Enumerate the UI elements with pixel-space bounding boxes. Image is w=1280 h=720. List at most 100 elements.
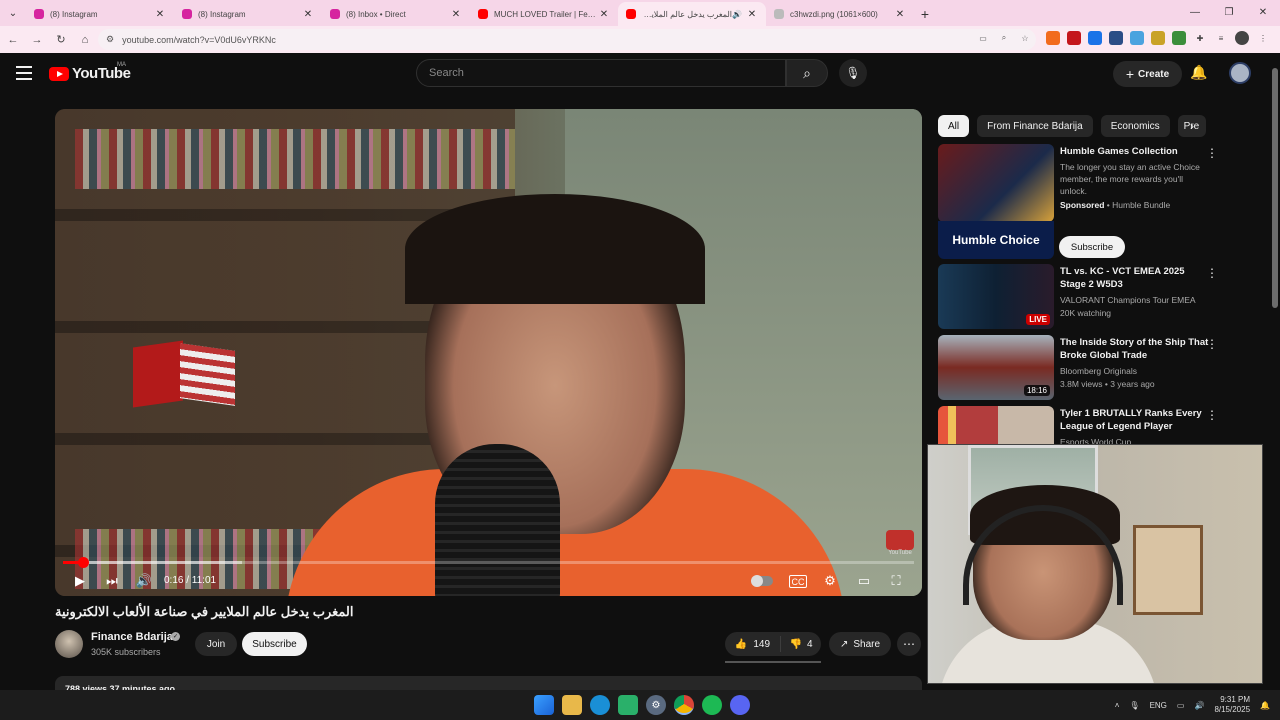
recommended-video[interactable]: Tyler 1 BRUTALLY Ranks Every League of L… (938, 406, 1223, 446)
notification-bell-icon[interactable]: 🔔 (1260, 701, 1270, 710)
extension-icon[interactable] (1067, 31, 1081, 45)
settings-gear-icon[interactable]: ⚙ (821, 571, 839, 591)
speaker-icon[interactable]: 🔊 (732, 10, 742, 19)
clock[interactable]: 9:31 PM 8/15/2025 (1214, 695, 1250, 715)
extension-icon[interactable] (1151, 31, 1165, 45)
store-app-icon[interactable] (618, 695, 638, 715)
settings-gear-icon[interactable]: ⚙ (646, 695, 666, 715)
spotify-icon[interactable] (702, 695, 722, 715)
chip-all[interactable]: All (938, 115, 970, 137)
video-thumbnail[interactable] (938, 406, 1054, 446)
speaker-icon[interactable]: 🔊 (1194, 701, 1204, 710)
address-bar[interactable]: ⚙ youtube.com/watch?v=V0dU6vYRKNc (98, 29, 1036, 50)
windows-start-icon[interactable] (534, 695, 554, 715)
kebab-menu-icon[interactable]: ⋮ (1206, 408, 1218, 422)
discord-icon[interactable] (730, 695, 750, 715)
browser-tab[interactable]: (8) Inbox • Direct ✕ (322, 2, 470, 26)
restore-icon[interactable]: ❐ (1212, 0, 1246, 24)
extension-icon[interactable] (1172, 31, 1186, 45)
channel-name[interactable]: VALORANT Champions Tour EMEA (1060, 294, 1196, 306)
media-controls-icon[interactable]: ≡ (1214, 31, 1228, 45)
chevron-up-icon[interactable]: ˄ (1115, 701, 1120, 710)
puzzle-icon[interactable]: ✚ (1193, 31, 1207, 45)
browser-tab[interactable]: (8) Instagram ✕ (174, 2, 322, 26)
hamburger-menu-icon[interactable] (16, 66, 32, 80)
bookmark-star-icon[interactable]: ☆ (1018, 31, 1032, 45)
chevron-right-icon[interactable]: › (1190, 119, 1194, 133)
minimize-icon[interactable]: — (1178, 0, 1212, 24)
browser-tab[interactable]: (8) Instagram ✕ (26, 2, 174, 26)
ad-subscribe-button[interactable]: Subscribe (1059, 236, 1125, 258)
extension-icon[interactable] (1130, 31, 1144, 45)
kebab-menu-icon[interactable]: ⋮ (1256, 31, 1270, 45)
browser-tab-active[interactable]: المغرب يدخل عالم الملايين في 🔊 ✕ (618, 2, 766, 26)
extension-icon[interactable] (1109, 31, 1123, 45)
close-icon[interactable]: ✕ (598, 9, 610, 20)
window-close-icon[interactable]: ✕ (1246, 0, 1280, 24)
ad-banner[interactable]: Humble Choice (938, 221, 1054, 259)
browser-tab[interactable]: MUCH LOVED Trailer | Festival ✕ (470, 2, 618, 26)
account-avatar[interactable] (1229, 62, 1251, 84)
close-icon[interactable]: ✕ (894, 9, 906, 20)
recommended-video[interactable]: 18:16 The Inside Story of the Ship That … (938, 335, 1223, 401)
subscribe-button[interactable]: Subscribe (242, 632, 307, 656)
tab-search-icon[interactable]: ⌄ (2, 2, 24, 24)
captions-icon[interactable]: CC (789, 575, 807, 588)
theater-mode-icon[interactable]: ▭ (855, 571, 873, 591)
progress-bar[interactable] (63, 557, 914, 568)
forward-arrow-icon[interactable]: → (26, 29, 48, 51)
reload-icon[interactable]: ↻ (50, 29, 72, 51)
channel-name[interactable]: Finance Bdarija (91, 631, 173, 643)
network-icon[interactable]: ▭ (1177, 701, 1185, 710)
search-button[interactable]: ⌕ (786, 59, 828, 87)
scrollbar-thumb[interactable] (1272, 68, 1278, 308)
more-actions-icon[interactable]: ⋯ (897, 632, 921, 656)
chrome-icon[interactable] (674, 695, 694, 715)
dislike-button[interactable]: 👎 4 (781, 639, 821, 650)
kebab-menu-icon[interactable]: ⋮ (1206, 146, 1218, 160)
site-info-icon[interactable]: ⚙ (106, 34, 114, 45)
page-scrollbar[interactable] (1270, 56, 1280, 688)
channel-avatar[interactable] (55, 630, 83, 658)
play-icon[interactable]: ▶ (71, 571, 89, 591)
extension-icon[interactable] (1088, 31, 1102, 45)
voice-search-button[interactable]: 🎙 (839, 59, 867, 87)
close-icon[interactable]: ✕ (302, 9, 314, 20)
chip-from-channel[interactable]: From Finance Bdarija (977, 115, 1093, 137)
like-button[interactable]: 👍 149 (725, 636, 781, 652)
edge-browser-icon[interactable] (590, 695, 610, 715)
close-icon[interactable]: ✕ (450, 9, 462, 20)
extension-icon[interactable] (1046, 31, 1060, 45)
video-title[interactable]: TL vs. KC - VCT EMEA 2025 Stage 2 W5D3 (1060, 265, 1210, 291)
channel-watermark[interactable]: YouTube (886, 530, 914, 556)
profile-icon[interactable] (1235, 31, 1249, 45)
volume-icon[interactable]: 🔊 (135, 571, 153, 591)
chip-economics[interactable]: Economics (1100, 115, 1170, 137)
kebab-menu-icon[interactable]: ⋮ (1206, 337, 1218, 351)
video-player[interactable]: YouTube ▶ ⏭ 🔊 0:16 / 11:01 CC ⚙ ▭ ⛶ (55, 109, 922, 596)
youtube-logo[interactable]: YouTube MA (49, 62, 131, 82)
microphone-icon[interactable]: 🎙 (1129, 701, 1139, 710)
language-indicator[interactable]: ENG (1150, 701, 1167, 710)
zoom-icon[interactable]: ⌕ (997, 31, 1011, 45)
share-button[interactable]: ↗ Share (829, 632, 891, 656)
search-input[interactable]: Search (416, 59, 786, 87)
notifications-bell-icon[interactable]: 🔔 (1190, 64, 1207, 81)
video-thumbnail[interactable]: 18:16 (938, 335, 1054, 400)
fullscreen-icon[interactable]: ⛶ (887, 571, 905, 591)
video-title[interactable]: The Inside Story of the Ship That Broke … (1060, 336, 1210, 362)
close-icon[interactable]: ✕ (746, 9, 758, 20)
install-app-icon[interactable]: ▭ (976, 31, 990, 45)
channel-name[interactable]: Bloomberg Originals (1060, 365, 1137, 377)
video-thumbnail[interactable]: LIVE (938, 264, 1054, 329)
join-button[interactable]: Join (195, 632, 237, 656)
video-title[interactable]: Tyler 1 BRUTALLY Ranks Every League of L… (1060, 407, 1210, 433)
autoplay-toggle[interactable] (751, 575, 773, 587)
back-arrow-icon[interactable]: ← (2, 29, 24, 51)
file-explorer-icon[interactable] (562, 695, 582, 715)
home-icon[interactable]: ⌂ (74, 29, 96, 51)
recommended-video[interactable]: LIVE TL vs. KC - VCT EMEA 2025 Stage 2 W… (938, 264, 1223, 330)
ad-thumbnail[interactable] (938, 144, 1054, 222)
kebab-menu-icon[interactable]: ⋮ (1206, 266, 1218, 280)
create-button[interactable]: + Create (1113, 61, 1182, 87)
